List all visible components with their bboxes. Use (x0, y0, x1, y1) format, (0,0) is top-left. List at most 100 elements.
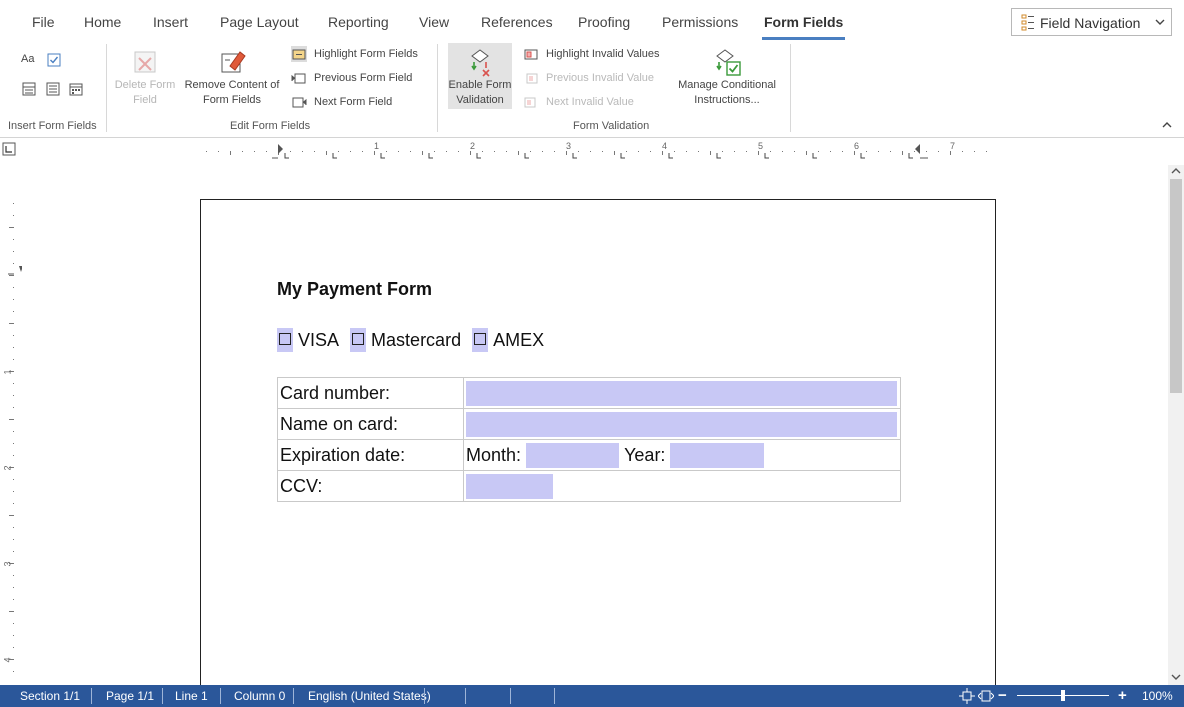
ruler-tick (9, 419, 14, 420)
status-bar: Section 1/1 Page 1/1 Line 1 Column 0 Eng… (0, 685, 1184, 707)
ruler-graphic (2, 142, 987, 159)
ruler-tick (746, 151, 747, 152)
ruler-tick (13, 335, 14, 336)
status-separator (465, 688, 466, 704)
zoom-slider-thumb[interactable] (1061, 690, 1065, 701)
ruler-tick (614, 151, 615, 155)
previous-invalid-value-label: Previous Invalid Value (546, 72, 655, 84)
ruler-number: 3 (566, 141, 572, 151)
ruler-tick (434, 151, 435, 152)
document-page[interactable]: My Payment Form VISA Mastercard AMEX Car… (200, 199, 996, 685)
next-form-field-icon (292, 97, 307, 108)
ruler-number: 1 (374, 141, 380, 151)
next-invalid-value-label: Next Invalid Value (546, 96, 634, 108)
fit-width-icon[interactable] (978, 688, 994, 704)
ruler-tick (482, 151, 483, 152)
amex-checkbox[interactable] (472, 328, 489, 352)
vertical-scrollbar[interactable] (1168, 165, 1184, 685)
ruler-tick (13, 635, 14, 636)
ruler-tick (842, 151, 843, 152)
highlight-invalid-values-button[interactable]: Highlight Invalid Values (523, 44, 673, 64)
document-title: My Payment Form (277, 279, 433, 299)
previous-form-field-button[interactable]: Previous Form Field (291, 68, 431, 88)
ruler-tick (410, 151, 411, 152)
ribbon-separator (437, 44, 438, 132)
vertical-ruler-graphic (8, 203, 23, 672)
date-picker-field-icon[interactable] (68, 81, 84, 97)
status-separator (293, 688, 294, 704)
ruler-tick (530, 151, 531, 152)
visa-checkbox[interactable] (277, 328, 293, 352)
card-number-field[interactable] (466, 380, 897, 406)
ruler-tick (266, 151, 267, 152)
scrollbar-thumb[interactable] (1170, 179, 1182, 393)
tab-form-fields[interactable]: Form Fields (761, 14, 846, 40)
tab-permissions[interactable]: Permissions (662, 14, 738, 30)
combo-box-field-icon[interactable] (21, 81, 37, 97)
table-row: Name on card: (277, 408, 901, 440)
fit-page-icon[interactable] (959, 688, 975, 704)
ruler-tick (13, 359, 14, 360)
ruler-tick (386, 151, 387, 152)
card-number-label: Card number: (277, 377, 464, 409)
zoom-level[interactable]: 100% (1142, 689, 1173, 703)
payment-form-table: Card number: Name on card: Expiration da… (277, 377, 901, 502)
scroll-up-icon[interactable] (1171, 166, 1181, 176)
ruler-tick (13, 287, 14, 288)
card-number-cell (463, 377, 901, 409)
next-invalid-value-icon (524, 97, 536, 108)
status-language[interactable]: English (United States) (308, 689, 431, 703)
tab-stop-marker (476, 153, 481, 159)
tab-file[interactable]: File (32, 14, 55, 30)
tab-reporting[interactable]: Reporting (328, 14, 389, 30)
ruler-tick (686, 151, 687, 152)
mastercard-checkbox[interactable] (350, 328, 367, 352)
field-navigation-button[interactable]: Field Navigation (1011, 8, 1172, 36)
ruler-tick (506, 151, 507, 152)
field-navigation-label: Field Navigation (1040, 15, 1141, 31)
previous-form-field-icon (291, 73, 306, 84)
scroll-down-icon[interactable] (1171, 672, 1181, 682)
checkbox-field-icon[interactable] (46, 52, 62, 68)
ruler-tick (902, 151, 903, 155)
remove-content-button[interactable]: Remove Content of Form Fields (181, 46, 283, 106)
ruler-tick (578, 151, 579, 152)
zoom-in-button[interactable]: + (1118, 687, 1127, 704)
next-invalid-value-button[interactable]: Next Invalid Value (523, 92, 673, 112)
manage-conditional-instructions-button[interactable]: Manage Conditional Instructions... (672, 46, 782, 106)
zoom-out-button[interactable]: − (998, 687, 1007, 704)
year-field[interactable] (670, 442, 765, 468)
delete-form-field-button[interactable]: Delete Form Field (112, 46, 178, 106)
tab-home[interactable]: Home (84, 14, 121, 30)
tab-proofing[interactable]: Proofing (578, 14, 630, 30)
ruler-tick (326, 151, 327, 155)
highlight-form-fields-button[interactable]: Highlight Form Fields (291, 44, 431, 64)
ruler-tick (710, 151, 711, 155)
ruler-number: 2 (2, 465, 13, 471)
tab-view[interactable]: View (419, 14, 449, 30)
list-box-field-icon[interactable] (45, 81, 61, 97)
ruler-number: 3 (2, 561, 13, 567)
name-on-card-field[interactable] (466, 411, 897, 437)
tab-stop-marker (668, 153, 673, 159)
enable-form-validation-button[interactable]: Enable Form Validation (448, 43, 512, 109)
ribbon-separator (106, 44, 107, 132)
text-field-button[interactable]: Aa (21, 53, 34, 69)
ruler-tick (13, 311, 14, 312)
month-field[interactable] (526, 442, 620, 468)
previous-invalid-value-button[interactable]: Previous Invalid Value (523, 68, 673, 88)
tab-page-layout[interactable]: Page Layout (220, 14, 299, 30)
ruler-tick (806, 151, 807, 155)
next-form-field-button[interactable]: Next Form Field (291, 92, 431, 112)
ruler-tick (302, 151, 303, 152)
document-area[interactable]: My Payment Form VISA Mastercard AMEX Car… (22, 165, 1168, 685)
tab-insert[interactable]: Insert (153, 14, 188, 30)
collapse-ribbon-icon[interactable] (1161, 120, 1173, 130)
ruler-tick (9, 275, 14, 276)
ruler-tick (254, 151, 255, 152)
ccv-field[interactable] (466, 473, 553, 499)
ccv-cell (463, 470, 901, 502)
ruler-tick (206, 151, 207, 152)
ruler-tick (626, 151, 627, 152)
tab-references[interactable]: References (481, 14, 553, 30)
